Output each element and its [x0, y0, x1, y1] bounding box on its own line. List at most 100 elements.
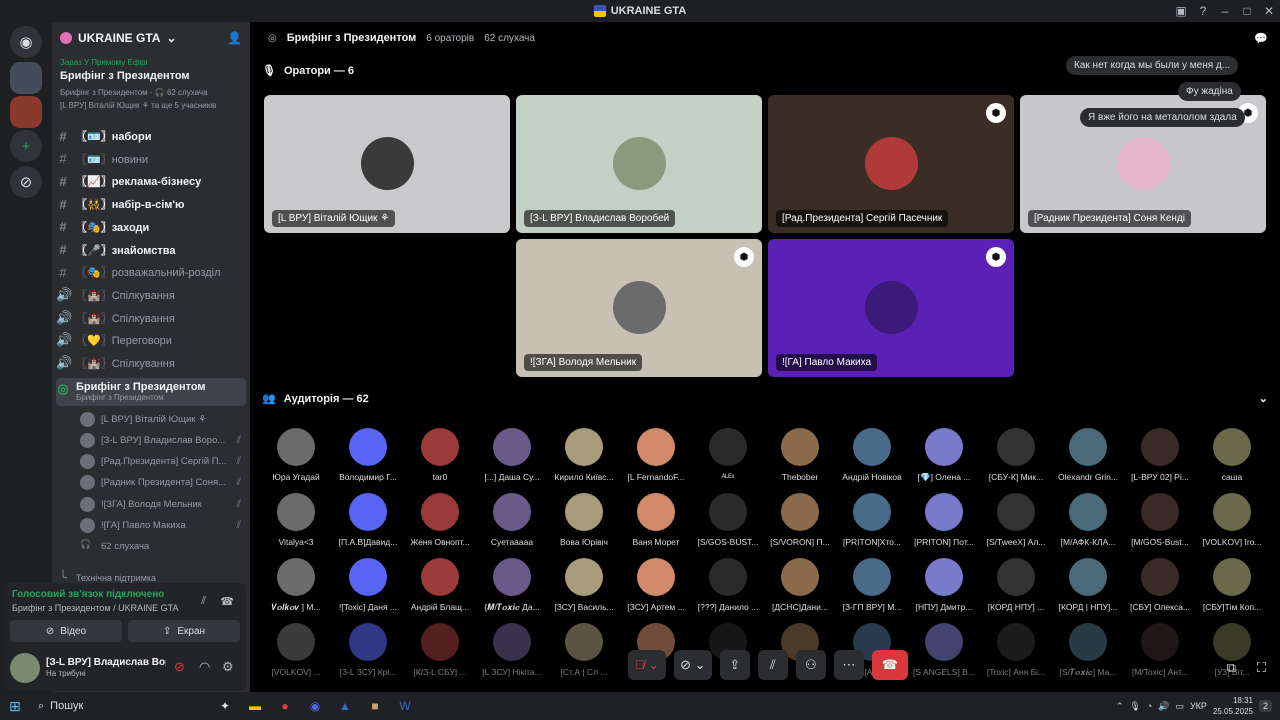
audience-member[interactable]: [З-ГП ВРУ] М...	[838, 558, 906, 612]
audience-member[interactable]: ![Toxic] Даня ...	[334, 558, 402, 612]
audience-member[interactable]: [S ANGELS] В...	[910, 623, 978, 677]
speaker-tile[interactable]: ![ГА] Павло Макиха ⬢	[768, 239, 1014, 377]
audience-member[interactable]: [ЗСУ] Василь...	[550, 558, 618, 612]
move-to-audience-button[interactable]: ⫽	[757, 650, 788, 680]
word-icon[interactable]: W	[390, 695, 420, 717]
speaker-tile[interactable]: [Рад.Президента] Сергій Пасечник ⬢	[768, 95, 1014, 233]
headphones-icon[interactable]: ◠	[199, 659, 210, 675]
camera-toggle-button[interactable]: ⊘ ⌄	[673, 650, 712, 680]
voice-user-item[interactable]: ![ГА] Павло Макиха ⫽	[80, 516, 245, 536]
audience-member[interactable]: [L ЗСУ] Нікіта...	[478, 623, 546, 677]
battery-icon[interactable]: ▭	[1175, 701, 1184, 712]
chevron-down-icon[interactable]: ⌄	[1259, 392, 1268, 405]
audience-member[interactable]: [???] Данило ...	[694, 558, 762, 612]
windows-start-icon[interactable]: ⊞	[0, 698, 30, 715]
server-icon-1[interactable]	[10, 62, 42, 94]
mic-muted-icon[interactable]: ⊘	[174, 659, 185, 675]
audience-member[interactable]: Vitalya<3	[262, 493, 330, 547]
voice-user-item[interactable]: [Рад.Президента] Сергій П... ⫽	[80, 452, 245, 472]
server-icon-ukraine-gta[interactable]	[10, 96, 42, 128]
speaker-tile[interactable]: ![ЗГА] Володя Мельник ⬢	[516, 239, 762, 377]
invite-button[interactable]: ⚇	[795, 650, 826, 680]
volume-icon[interactable]: 🔊	[1158, 701, 1169, 712]
speaker-tile[interactable]: [L ВРУ] Віталій Ющик ⚘	[264, 95, 510, 233]
audience-member[interactable]: [Ст.А | Сл ...	[550, 623, 618, 677]
audience-member[interactable]: [СБУ] Олекса...	[1126, 558, 1194, 612]
channel-active-stage[interactable]: ◎ Брифінг з Президентом Брифінг з Президе…	[56, 378, 246, 406]
screen-button[interactable]: ⇪ Екран	[128, 620, 240, 642]
clock[interactable]: 18:31 25.05.2025	[1213, 695, 1253, 717]
audience-member[interactable]: Ваня Морет	[622, 493, 690, 547]
audience-member[interactable]: Olexandr Grin...	[1054, 428, 1122, 482]
inbox-icon[interactable]: ▣	[1170, 0, 1192, 22]
voice-user-item[interactable]: [З-L ВРУ] Владислав Воро... ⫽	[80, 430, 245, 450]
audience-member[interactable]: [VOLKOV] ...	[262, 623, 330, 677]
audience-member[interactable]: [СБУ]Тім Коп...	[1198, 558, 1266, 612]
audience-member[interactable]: Вова Юрівіч	[550, 493, 618, 547]
audience-member[interactable]: [ЗСУ] Артем ...	[622, 558, 690, 612]
channel-item[interactable]: 🔊 〖🏰〗Спілкування	[56, 308, 246, 328]
audience-member[interactable]: Кирило Київс...	[550, 428, 618, 482]
maximize-button[interactable]: □	[1236, 0, 1258, 22]
mic-tray-icon[interactable]: 🎙	[1129, 701, 1140, 712]
voice-user-item[interactable]: ![ЗГА] Володя Мельник ⫽	[80, 494, 245, 514]
audience-member[interactable]: [СБУ-К] Мик...	[982, 428, 1050, 482]
channel-item[interactable]: # 〖🎭〗розважальний-розділ	[56, 262, 246, 282]
audience-member[interactable]: [S/VORON] П...	[766, 493, 834, 547]
settings-gear-icon[interactable]: ⚙	[222, 659, 234, 675]
audience-member[interactable]: [M/GOS-Bust...	[1126, 493, 1194, 547]
server-header[interactable]: UKRAINE GTA ⌄ 👤	[52, 22, 250, 54]
audience-member[interactable]: ᴬᴸᴱˣ	[694, 428, 762, 482]
mic-toggle-button[interactable]: 🎙̸ ⌄	[628, 650, 666, 680]
add-server-icon[interactable]: +	[10, 130, 42, 162]
voice-user-item[interactable]: [Радник Президента] Соня... ⫽	[80, 473, 245, 493]
channel-item[interactable]: # 〖🎭〗заходи	[56, 217, 246, 237]
audience-member[interactable]: [S/TweeX] Ал...	[982, 493, 1050, 547]
help-icon[interactable]: ?	[1192, 0, 1214, 22]
fullscreen-icon[interactable]: ⛶	[1257, 660, 1266, 676]
app-icon-blue[interactable]: ▲	[330, 695, 360, 717]
discord-taskbar-icon[interactable]: ◉	[300, 695, 330, 717]
audience-member[interactable]: [П.А.В]Давид...	[334, 493, 402, 547]
audience-member[interactable]: саша	[1198, 428, 1266, 482]
audience-member[interactable]: [M/Toxic] Ант...	[1126, 623, 1194, 677]
channel-item[interactable]: # 〖🎤〗знайомства	[56, 240, 246, 260]
speaker-tile[interactable]: [З-L ВРУ] Владислав Воробей	[516, 95, 762, 233]
chrome-icon[interactable]: ●	[270, 695, 300, 717]
audience-member[interactable]: [ДСНС]Дани...	[766, 558, 834, 612]
audience-member[interactable]: Андрій Блащ...	[406, 558, 474, 612]
listeners-item[interactable]: 🎧 62 слухача	[80, 537, 245, 557]
chat-icon[interactable]: 💬	[1254, 32, 1268, 45]
taskbar-search[interactable]: ⌕ Пошук	[30, 695, 210, 717]
channel-item[interactable]: 🔊 〖💛〗Переговори	[56, 330, 246, 350]
audience-member[interactable]: Thebober	[766, 428, 834, 482]
audience-member[interactable]: tar0	[406, 428, 474, 482]
notification-badge[interactable]: 2	[1258, 700, 1272, 712]
audience-member[interactable]: Андрій Новіков	[838, 428, 906, 482]
discover-icon[interactable]: ⊘	[10, 166, 42, 198]
audience-member[interactable]: Володимир Г...	[334, 428, 402, 482]
tray-chevron-icon[interactable]: ⌃	[1116, 701, 1124, 712]
audience-member[interactable]: [З-L ЗСУ] Крі...	[334, 623, 402, 677]
popout-icon[interactable]: ⧉	[1227, 660, 1236, 676]
audience-member[interactable]: [S/𝑻𝒐𝒙𝒊𝒄] Ма...	[1054, 623, 1122, 678]
audience-member[interactable]: [КОРД НПУ] ...	[982, 558, 1050, 612]
language-indicator[interactable]: УКР	[1190, 701, 1207, 711]
share-screen-button[interactable]: ⇪	[719, 650, 750, 680]
audience-member[interactable]: [S/GOS-BUST...	[694, 493, 762, 547]
channel-item[interactable]: 🔊 〖🏰〗Спілкування	[56, 285, 246, 305]
audience-member[interactable]: [L-ВРУ 02] Pi...	[1126, 428, 1194, 482]
audience-member[interactable]: Женя Овнопт...	[406, 493, 474, 547]
wifi-icon[interactable]: ◔	[1147, 701, 1152, 711]
discord-home-icon[interactable]: ◉	[10, 26, 42, 58]
live-event-card[interactable]: Зараз У Прямому Ефірі Брифінг з Президен…	[52, 54, 250, 124]
game-icon[interactable]: ■	[360, 695, 390, 717]
more-button[interactable]: ⋯	[833, 650, 864, 680]
voice-user-item[interactable]: [L ВРУ] Віталій Ющик ⚘	[80, 409, 245, 429]
avatar[interactable]	[10, 653, 40, 683]
audience-member[interactable]: [М/АФК-КЛА...	[1054, 493, 1122, 547]
audience-member[interactable]: [PRITON] Пот...	[910, 493, 978, 547]
leave-stage-button[interactable]: ☎	[871, 650, 908, 680]
channel-item[interactable]: 🔊 〖🏰〗Спілкування	[56, 353, 246, 373]
audience-member[interactable]: Юра Угадай	[262, 428, 330, 482]
